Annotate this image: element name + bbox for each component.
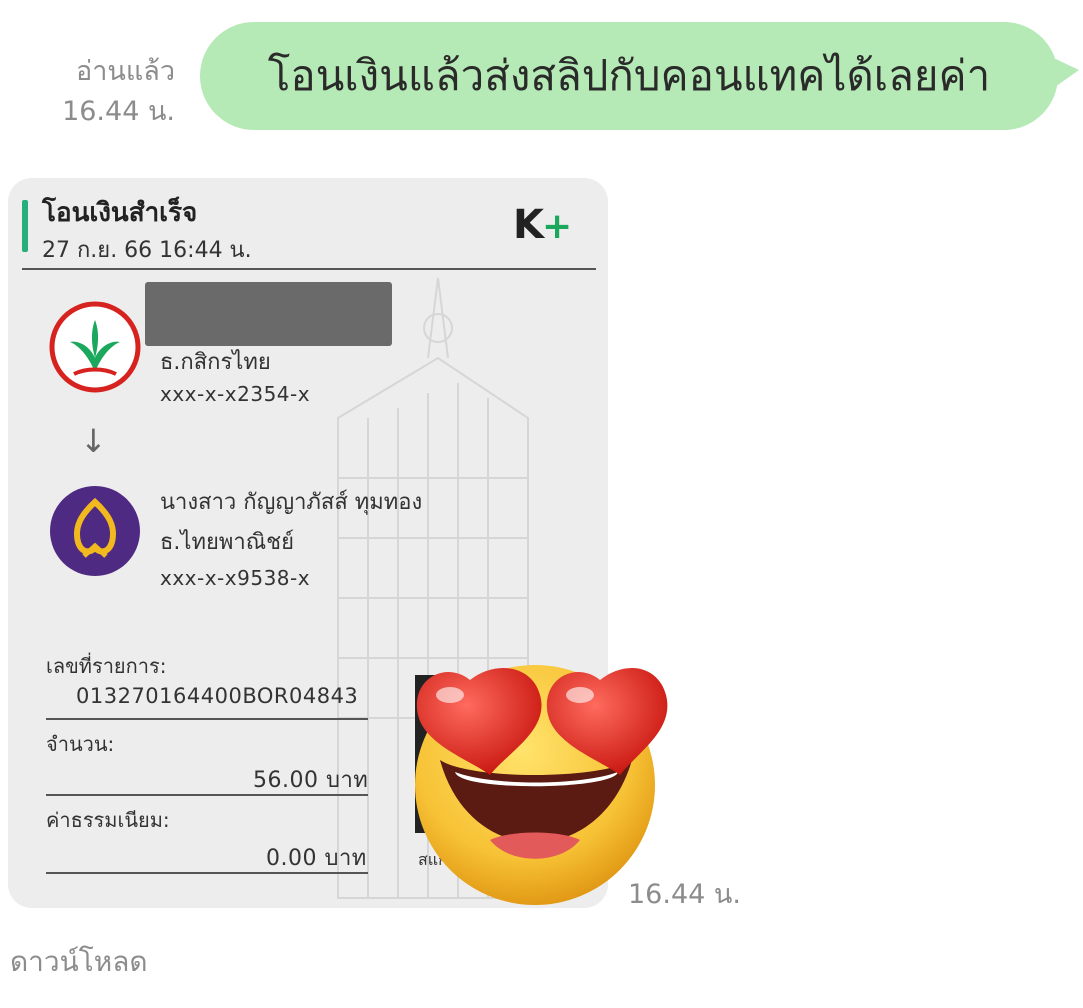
- kplus-logo-plus: +: [542, 206, 572, 247]
- read-status-label: อ่านแล้ว: [76, 56, 175, 87]
- message-text: โอนเงินแล้วส่งสลิปกับคอนแทคได้เลยค่า: [267, 51, 991, 100]
- redacted-sender-name: [145, 282, 392, 346]
- scb-bank-icon: [50, 486, 140, 576]
- bubble-tail: [1045, 54, 1079, 94]
- detail-divider: [46, 872, 368, 874]
- fee-value: 0.00 บาท: [266, 846, 367, 871]
- incoming-message-time: 16.44 น.: [628, 879, 741, 910]
- amount-value: 56.00 บาท: [253, 768, 369, 793]
- kasikorn-bank-icon: [49, 301, 141, 393]
- detail-divider: [46, 718, 368, 720]
- receiver-account: xxx-x-x9538-x: [160, 566, 311, 590]
- ref-label: เลขที่รายการ:: [46, 654, 167, 678]
- receiver-name: นางสาว กัญญาภัสส์ ทุมทอง: [160, 490, 423, 515]
- heart-eyes-emoji[interactable]: [400, 640, 670, 910]
- arrow-down-icon: ↓: [80, 422, 107, 460]
- kplus-logo: K+: [513, 202, 572, 248]
- fee-label: ค่าธรรมเนียม:: [46, 808, 170, 832]
- slip-date: 27 ก.ย. 66 16:44 น.: [42, 238, 252, 263]
- amount-label: จำนวน:: [46, 732, 115, 756]
- sender-bank: ธ.กสิกรไทย: [160, 350, 271, 375]
- slip-accent-bar: [22, 200, 28, 252]
- download-link[interactable]: ดาวน์โหลด: [10, 940, 148, 984]
- kplus-logo-k: K: [513, 202, 544, 248]
- ref-value: 013270164400BOR04843: [76, 684, 359, 708]
- detail-divider: [46, 794, 368, 796]
- message-time: 16.44 น.: [62, 96, 175, 127]
- receiver-bank: ธ.ไทยพาณิชย์: [160, 530, 294, 555]
- slip-divider: [22, 268, 596, 270]
- slip-title: โอนเงินสำเร็จ: [42, 198, 198, 228]
- read-receipt: อ่านแล้ว 16.44 น.: [62, 52, 175, 132]
- outgoing-message-bubble[interactable]: โอนเงินแล้วส่งสลิปกับคอนแทคได้เลยค่า: [200, 22, 1058, 130]
- sender-account: xxx-x-x2354-x: [160, 382, 311, 406]
